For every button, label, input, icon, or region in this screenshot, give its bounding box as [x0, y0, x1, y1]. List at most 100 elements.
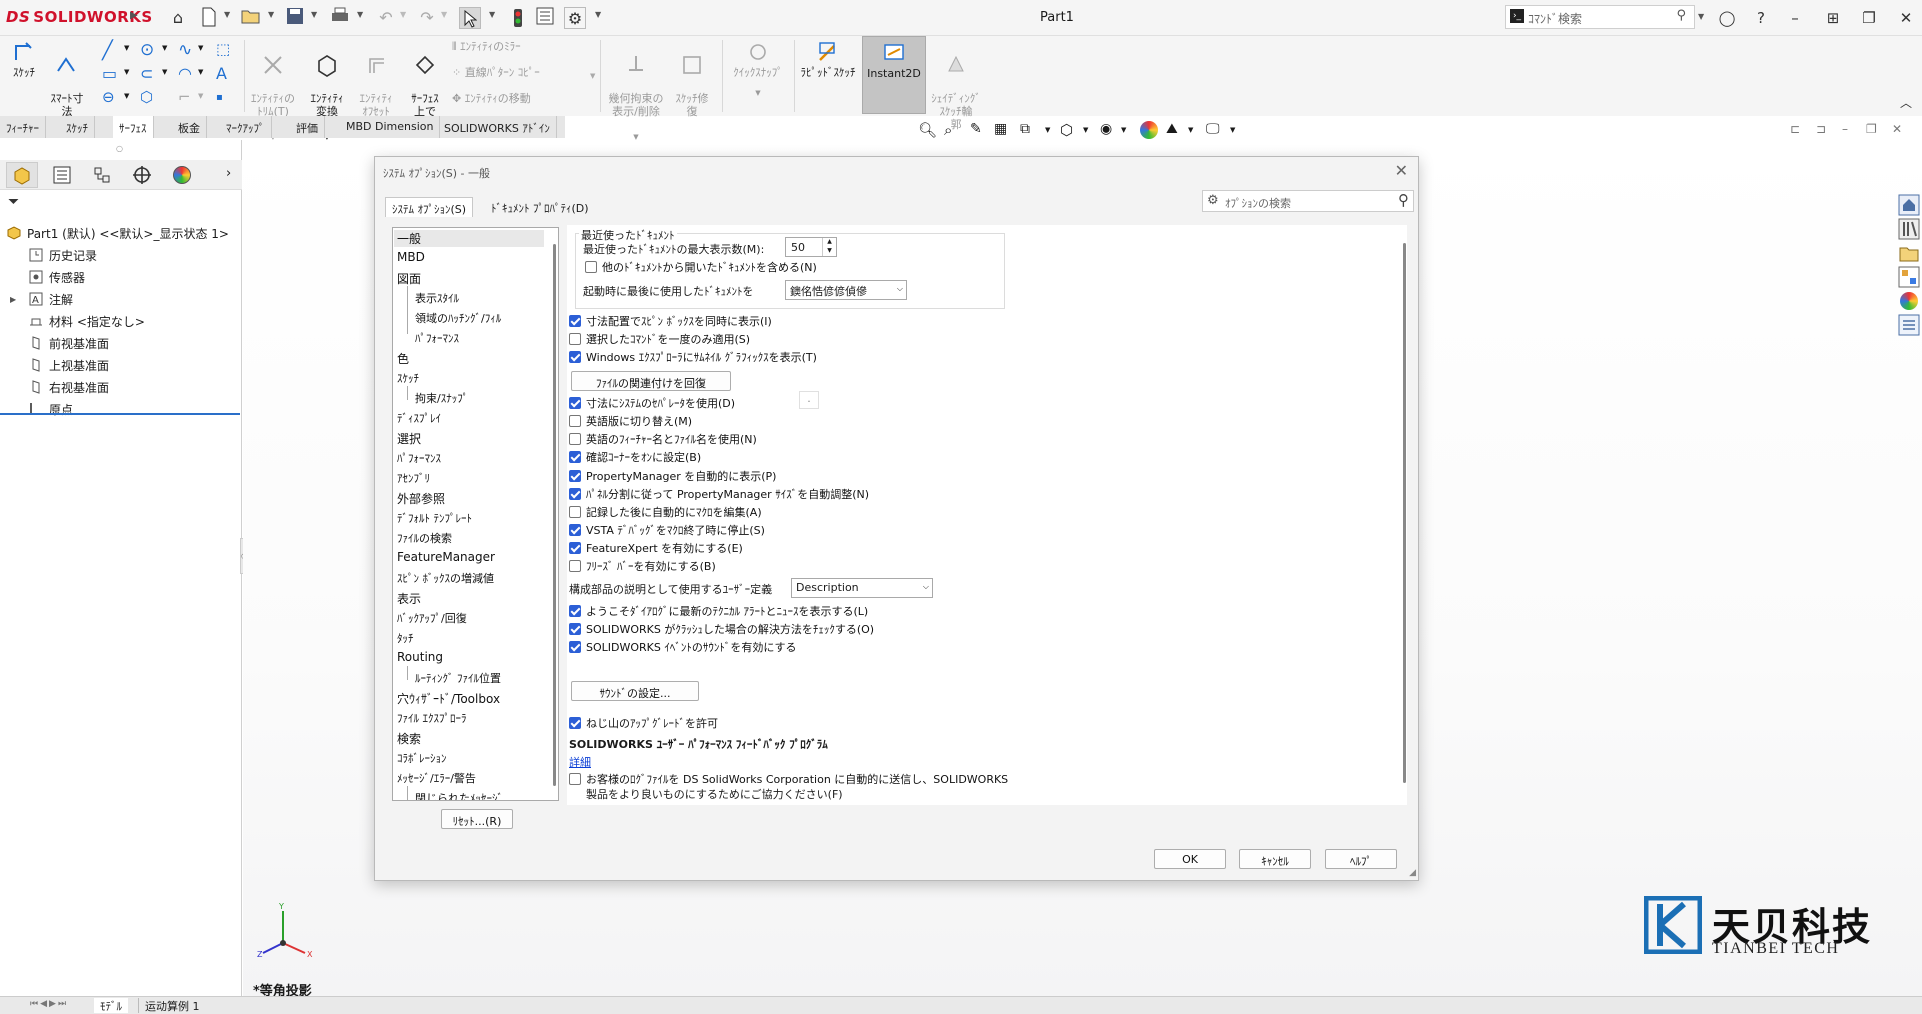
ok-button[interactable]: OK	[1154, 849, 1226, 869]
panel-tabs-more-icon[interactable]: ›	[226, 166, 231, 181]
home-icon[interactable]: ⌂	[167, 7, 189, 29]
option-checkbox[interactable]: ﾊﾟﾈﾙ分割に従って PropertyManager ｻｲｽﾞを自動調整(N)	[569, 486, 869, 502]
category-file-locations[interactable]: ﾌｧｲﾙの検索	[397, 530, 452, 546]
category-drawings[interactable]: 図面	[397, 270, 421, 287]
fillet-icon[interactable]: ⌐	[178, 88, 191, 106]
view-settings-icon[interactable]: 🖵	[1206, 121, 1224, 139]
category-external-references[interactable]: 外部参照	[397, 490, 445, 507]
print-dropdown-icon[interactable]: ▼	[357, 10, 363, 19]
rollback-bar[interactable]	[0, 413, 240, 415]
search-dropdown-icon[interactable]: ▼	[1698, 12, 1704, 21]
new-dropdown-icon[interactable]: ▼	[224, 10, 230, 19]
instant2d-button[interactable]: Instant2D	[862, 36, 926, 114]
tree-item-top-plane[interactable]: 上视基准面	[0, 354, 240, 376]
open-last-used-dropdown[interactable]: 鐭佲悎偐偐偵傪 ⌵	[785, 280, 907, 300]
filter-icon[interactable]: ⏷	[8, 194, 19, 210]
dimxpert-tab-icon[interactable]	[126, 162, 158, 188]
redo-icon[interactable]: ↷	[416, 7, 438, 29]
category-backup-recover[interactable]: ﾊﾞｯｸｱｯﾌﾟ/回復	[397, 610, 467, 626]
tab-solidworks-addins[interactable]: SOLIDWORKS ｱﾄﾞｲﾝ	[438, 116, 557, 138]
help-button[interactable]: ﾍﾙﾌﾟ	[1325, 849, 1397, 869]
decimal-separator-field[interactable]: .	[799, 391, 819, 409]
print-icon[interactable]	[330, 7, 352, 29]
new-document-icon[interactable]	[200, 7, 222, 29]
doc-minimize-icon[interactable]: –	[1842, 122, 1848, 136]
tree-item-history[interactable]: 历史记录	[0, 244, 240, 266]
rapid-sketch-button[interactable]: ﾗﾋﾟｯﾄﾞｽｹｯﾁ	[796, 40, 860, 79]
view-dropdown-icon[interactable]: ▼	[1045, 126, 1050, 134]
quick-snaps-button[interactable]: ｸｲｯｸｽﾅｯﾌﾟ ▼	[726, 40, 790, 100]
repair-sketch-button[interactable]: ｽｹｯﾁ修 復	[670, 40, 714, 131]
options-search-icon[interactable]: ⚲	[1398, 191, 1409, 209]
tab-model[interactable]: ﾓﾃﾞﾙ	[94, 998, 128, 1013]
undo-icon[interactable]: ↶	[375, 7, 397, 29]
text-icon[interactable]: A	[216, 64, 227, 83]
spin-down-icon[interactable]: ▼	[822, 247, 836, 256]
tab-document-properties[interactable]: ﾄﾞｷｭﾒﾝﾄ ﾌﾟﾛﾊﾟﾃｨ(D)	[485, 197, 595, 217]
options-category-list[interactable]: 一般 MBD 図面 表示ｽﾀｲﾙ 領域のﾊｯﾁﾝｸﾞ/ﾌｨﾙ ﾊﾟﾌｫｰﾏﾝｽ …	[392, 227, 559, 801]
tree-root-part[interactable]: Part1 (默认) <<默认>_显示状态 1>	[0, 222, 240, 244]
slot-straight-icon[interactable]: ⊖	[102, 88, 115, 106]
category-touch[interactable]: ﾀｯﾁ	[397, 630, 414, 646]
sketch-button[interactable]: ｽｹｯﾁ	[6, 40, 42, 79]
save-dropdown-icon[interactable]: ▼	[311, 10, 317, 19]
category-dismissed-messages[interactable]: 閉じられたﾒｯｾｰｼﾞ	[415, 790, 503, 800]
tree-item-front-plane[interactable]: 前视基准面	[0, 332, 240, 354]
category-relations-snaps[interactable]: 拘束/ｽﾅｯﾌﾟ	[415, 390, 468, 406]
display-manager-tab-icon[interactable]	[166, 162, 198, 188]
dialog-close-icon[interactable]: ✕	[1395, 161, 1408, 180]
tab-surfaces[interactable]: ｻｰﾌｪｽ	[113, 116, 154, 138]
doc-restore-icon[interactable]: ❐	[1866, 122, 1877, 136]
options-gear-icon[interactable]: ⚙	[564, 7, 586, 29]
linear-pattern-button[interactable]: ⁘ 直線ﾊﾟﾀｰﾝ ｺﾋﾟｰ	[452, 66, 540, 79]
open-folder-icon[interactable]	[241, 7, 263, 29]
file-properties-icon[interactable]	[536, 7, 558, 29]
tile-windows-icon[interactable]: ⊞	[1820, 6, 1846, 30]
fillet-dropdown-icon[interactable]: ▼	[198, 92, 203, 100]
feedback-checkbox[interactable]: お客様のﾛｸﾞﾌｧｲﾙを DS SolidWorks Corporation に…	[569, 771, 1008, 787]
open-dropdown-icon[interactable]: ▼	[268, 10, 274, 19]
slot-straight-dropdown-icon[interactable]: ▼	[124, 92, 129, 100]
tab-scroll-arrows-icon[interactable]: ⏮◀▶⏭	[30, 999, 68, 1009]
zoom-to-fit-icon[interactable]: 🔍︎	[918, 121, 937, 139]
recent-max-spinbox[interactable]: 50 ▲ ▼	[785, 237, 837, 257]
category-display-style[interactable]: 表示ｽﾀｲﾙ	[415, 290, 459, 306]
category-area-hatch[interactable]: 領域のﾊｯﾁﾝｸﾞ/ﾌｨﾙ	[415, 310, 501, 326]
option-checkbox[interactable]: PropertyManager を自動的に表示(P)	[569, 468, 776, 484]
panel-grip-icon[interactable]: ○	[116, 144, 123, 153]
pattern-dropdown-icon[interactable]: ▼	[590, 72, 595, 80]
user-account-icon[interactable]: ◯	[1714, 6, 1740, 30]
point-icon[interactable]: ▪	[216, 92, 223, 103]
slot-dropdown-icon[interactable]: ▼	[162, 68, 167, 76]
category-general[interactable]: 一般	[394, 230, 544, 247]
options-dropdown-icon[interactable]: ▼	[595, 10, 601, 19]
thread-upgrade-checkbox[interactable]: ねじ山のｱｯﾌﾟｸﾞﾚｰﾄﾞを許可	[569, 715, 718, 731]
hide-show-items-icon[interactable]: ◉	[1100, 121, 1118, 139]
help-icon[interactable]: ?	[1748, 6, 1774, 30]
circle-dropdown-icon[interactable]: ▼	[162, 44, 167, 52]
category-scrollbar[interactable]	[553, 244, 556, 786]
configurationmanager-tab-icon[interactable]	[86, 162, 118, 188]
tab-features[interactable]: ﾌｨｰﾁｬｰ	[0, 116, 46, 138]
option-checkbox[interactable]: 記録した後に自動的にﾏｸﾛを編集(A)	[569, 504, 762, 520]
reset-button[interactable]: ﾘｾｯﾄ...(R)	[441, 809, 513, 829]
category-routing-file-locations[interactable]: ﾙｰﾃｨﾝｸﾞ ﾌｧｲﾙ位置	[415, 670, 501, 686]
rectangle-icon[interactable]: ▭	[102, 64, 117, 83]
tab-sheet-metal[interactable]: 板金	[172, 116, 207, 138]
edit-appearance-icon[interactable]	[1140, 121, 1158, 139]
tree-item-sensors[interactable]: 传感器	[0, 266, 240, 288]
category-collaboration[interactable]: ｺﾗﾎﾞﾚｰｼｮﾝ	[397, 750, 447, 766]
category-display[interactable]: ﾃﾞｨｽﾌﾟﾚｲ	[397, 410, 441, 426]
tab-markup[interactable]: ﾏｰｸｱｯﾌﾟ	[220, 116, 272, 138]
quick-snaps-dropdown-icon[interactable]: ▼	[726, 87, 790, 100]
featuremanager-tab-icon[interactable]	[6, 162, 38, 188]
category-selection[interactable]: 選択	[397, 430, 421, 447]
doc-tile-right-icon[interactable]: ⊐	[1816, 122, 1826, 136]
line-icon[interactable]: ╱	[102, 40, 113, 61]
arc-dropdown-icon[interactable]: ▼	[198, 68, 203, 76]
dynamic-annotation-icon[interactable]: ⧉	[1020, 121, 1038, 139]
option-checkbox[interactable]: VSTA ﾃﾞﾊﾞｯｸﾞをﾏｸﾛ終了時に停止(S)	[569, 522, 765, 538]
config-description-dropdown[interactable]: Description ⌵	[791, 578, 933, 598]
category-view[interactable]: 表示	[397, 590, 421, 607]
save-icon[interactable]	[286, 7, 308, 29]
